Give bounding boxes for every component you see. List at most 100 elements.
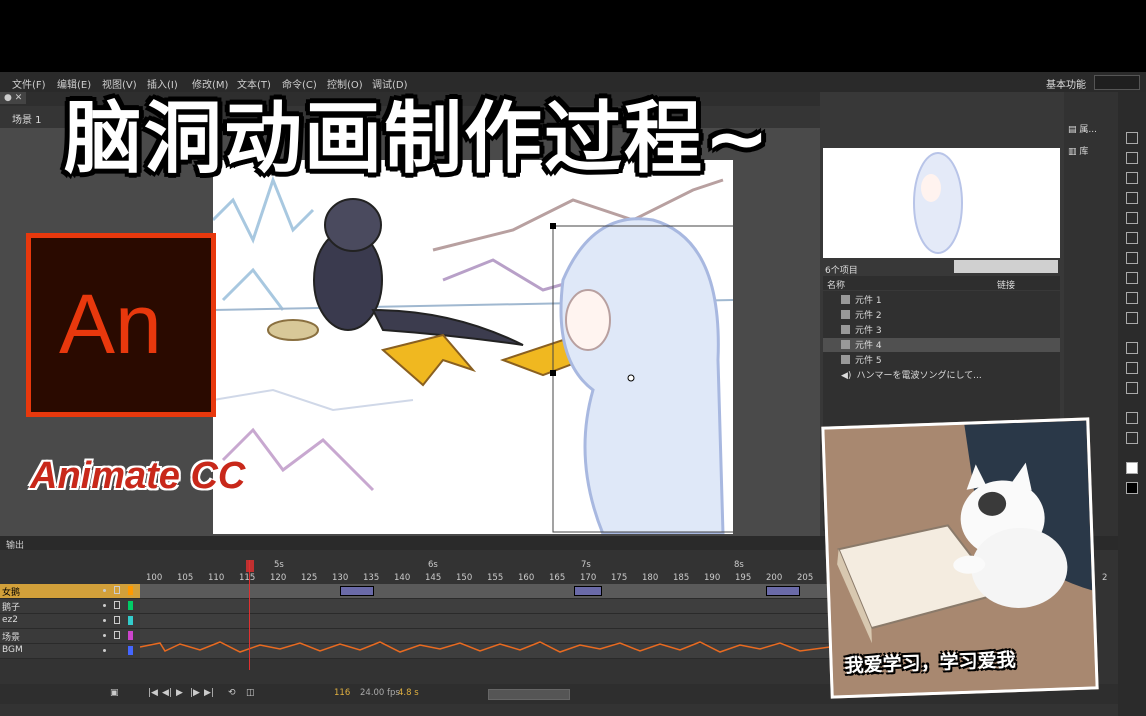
library-item[interactable]: 元件 1 xyxy=(841,293,882,307)
library-col-link[interactable]: 链接 xyxy=(997,278,1015,291)
visibility-dot-icon[interactable] xyxy=(103,649,106,652)
lock-icon[interactable] xyxy=(114,631,120,639)
software-name: Animate CC xyxy=(30,455,246,497)
layer-row-selected[interactable]: 女鹅 xyxy=(0,584,140,599)
line-tool-icon[interactable] xyxy=(1126,252,1138,264)
stroke-color-swatch[interactable] xyxy=(1126,462,1138,474)
layer-color-swatch[interactable] xyxy=(128,646,133,655)
stage-canvas[interactable] xyxy=(213,160,733,534)
layer-row[interactable]: ez2 xyxy=(0,614,140,629)
layer-color-swatch[interactable] xyxy=(128,631,133,640)
library-item-selected[interactable]: 元件 4 xyxy=(823,338,1060,352)
library-item[interactable]: 元件 3 xyxy=(841,323,882,337)
layer-row[interactable]: 鹅子 xyxy=(0,599,140,614)
go-to-first-frame-icon[interactable]: |◀ xyxy=(148,688,158,698)
zoom-tool-icon[interactable] xyxy=(1126,432,1138,444)
properties-panel-button[interactable]: ▤ 属... xyxy=(1068,122,1116,138)
ruler-frame: 185 xyxy=(673,573,690,583)
library-item[interactable]: ◀) ハンマーを電波ソングにして... xyxy=(841,368,982,382)
timeline-scrollbar-thumb[interactable] xyxy=(488,689,570,700)
fill-color-swatch[interactable] xyxy=(1126,482,1138,494)
playhead-handle[interactable] xyxy=(246,560,254,572)
ruler-frame: 165 xyxy=(549,573,566,583)
ruler-frame: 130 xyxy=(332,573,349,583)
ruler-frame: 105 xyxy=(177,573,194,583)
output-tab[interactable]: 输出 xyxy=(6,538,24,551)
step-forward-icon[interactable]: |▶ xyxy=(190,688,200,698)
movieclip-icon xyxy=(841,295,850,304)
frame-row[interactable] xyxy=(140,584,830,599)
menu-file[interactable]: 文件(F) xyxy=(12,76,46,91)
ruler-frame: 170 xyxy=(580,573,597,583)
eyedropper-tool-icon[interactable] xyxy=(1126,362,1138,374)
workspace-switcher[interactable]: 基本功能 xyxy=(1046,76,1086,91)
layer-name[interactable]: BGM xyxy=(2,645,23,655)
document-tab[interactable]: ● ✕ xyxy=(0,92,27,104)
frame-row[interactable] xyxy=(140,614,830,629)
visibility-dot-icon[interactable] xyxy=(103,604,106,607)
eraser-tool-icon[interactable] xyxy=(1126,382,1138,394)
onion-skin-icon[interactable]: ◫ xyxy=(246,688,256,698)
layer-name[interactable]: 鹅子 xyxy=(2,600,20,613)
layer-row[interactable]: 场景 xyxy=(0,629,140,644)
brush-tool-icon[interactable] xyxy=(1126,312,1138,324)
library-preview xyxy=(823,148,1060,258)
layer-name[interactable]: 女鹅 xyxy=(2,585,20,598)
layer-list: 女鹅 鹅子 ez2 场景 BGM xyxy=(0,584,140,662)
properties-panel-label: 属... xyxy=(1079,125,1097,135)
layer-row[interactable]: BGM xyxy=(0,644,140,659)
ruler-frame: 190 xyxy=(704,573,721,583)
motion-tween[interactable] xyxy=(574,586,602,596)
pen-tool-icon[interactable] xyxy=(1126,212,1138,224)
selection-tool-icon[interactable] xyxy=(1126,132,1138,144)
paint-bucket-tool-icon[interactable] xyxy=(1126,342,1138,354)
library-search-input[interactable] xyxy=(954,260,1058,273)
ruler-frame: 200 xyxy=(766,573,783,583)
layer-color-swatch[interactable] xyxy=(128,616,133,625)
library-item[interactable]: 元件 5 xyxy=(841,353,882,367)
letterbox-top xyxy=(0,0,1146,72)
movieclip-icon xyxy=(841,340,850,349)
fps-readout[interactable]: 24.00 fps xyxy=(360,688,400,698)
ruler-frame: 150 xyxy=(456,573,473,583)
motion-tween[interactable] xyxy=(766,586,800,596)
library-item-label: 元件 1 xyxy=(855,296,882,306)
visibility-dot-icon[interactable] xyxy=(103,619,106,622)
new-layer-icon[interactable]: ▣ xyxy=(110,688,120,698)
ruler-seconds: 7s xyxy=(581,560,591,570)
pencil-tool-icon[interactable] xyxy=(1126,292,1138,304)
ruler-seconds: 6s xyxy=(428,560,438,570)
go-to-last-frame-icon[interactable]: ▶| xyxy=(204,688,214,698)
movieclip-icon xyxy=(841,325,850,334)
library-col-name[interactable]: 名称 xyxy=(827,278,845,291)
subselection-tool-icon[interactable] xyxy=(1126,152,1138,164)
layer-color-swatch[interactable] xyxy=(128,586,133,595)
lock-icon[interactable] xyxy=(114,586,120,594)
hand-tool-icon[interactable] xyxy=(1126,412,1138,424)
frame-row[interactable] xyxy=(140,599,830,614)
lock-icon[interactable] xyxy=(114,616,120,624)
visibility-dot-icon[interactable] xyxy=(103,634,106,637)
help-search-input[interactable] xyxy=(1094,75,1140,90)
rectangle-tool-icon[interactable] xyxy=(1126,272,1138,284)
lasso-tool-icon[interactable] xyxy=(1126,192,1138,204)
step-back-icon[interactable]: ◀| xyxy=(162,688,172,698)
sound-icon: ◀) xyxy=(841,371,852,381)
play-icon[interactable]: ▶ xyxy=(176,688,186,698)
current-frame-readout[interactable]: 116 xyxy=(334,688,350,698)
motion-tween[interactable] xyxy=(340,586,374,596)
text-tool-icon[interactable] xyxy=(1126,232,1138,244)
free-transform-tool-icon[interactable] xyxy=(1126,172,1138,184)
library-panel-button[interactable]: ▥ 库 xyxy=(1068,144,1116,160)
library-item[interactable]: 元件 2 xyxy=(841,308,882,322)
layer-name[interactable]: 场景 xyxy=(2,630,20,643)
scene-label[interactable]: 场景 1 xyxy=(12,111,42,126)
loop-icon[interactable]: ⟲ xyxy=(228,688,238,698)
layer-name[interactable]: ez2 xyxy=(2,615,18,625)
tools-panel xyxy=(1118,92,1146,716)
lock-icon[interactable] xyxy=(114,601,120,609)
layer-color-swatch[interactable] xyxy=(128,601,133,610)
movieclip-icon xyxy=(841,355,850,364)
visibility-dot-icon[interactable] xyxy=(103,589,106,592)
ruler-frame: 155 xyxy=(487,573,504,583)
